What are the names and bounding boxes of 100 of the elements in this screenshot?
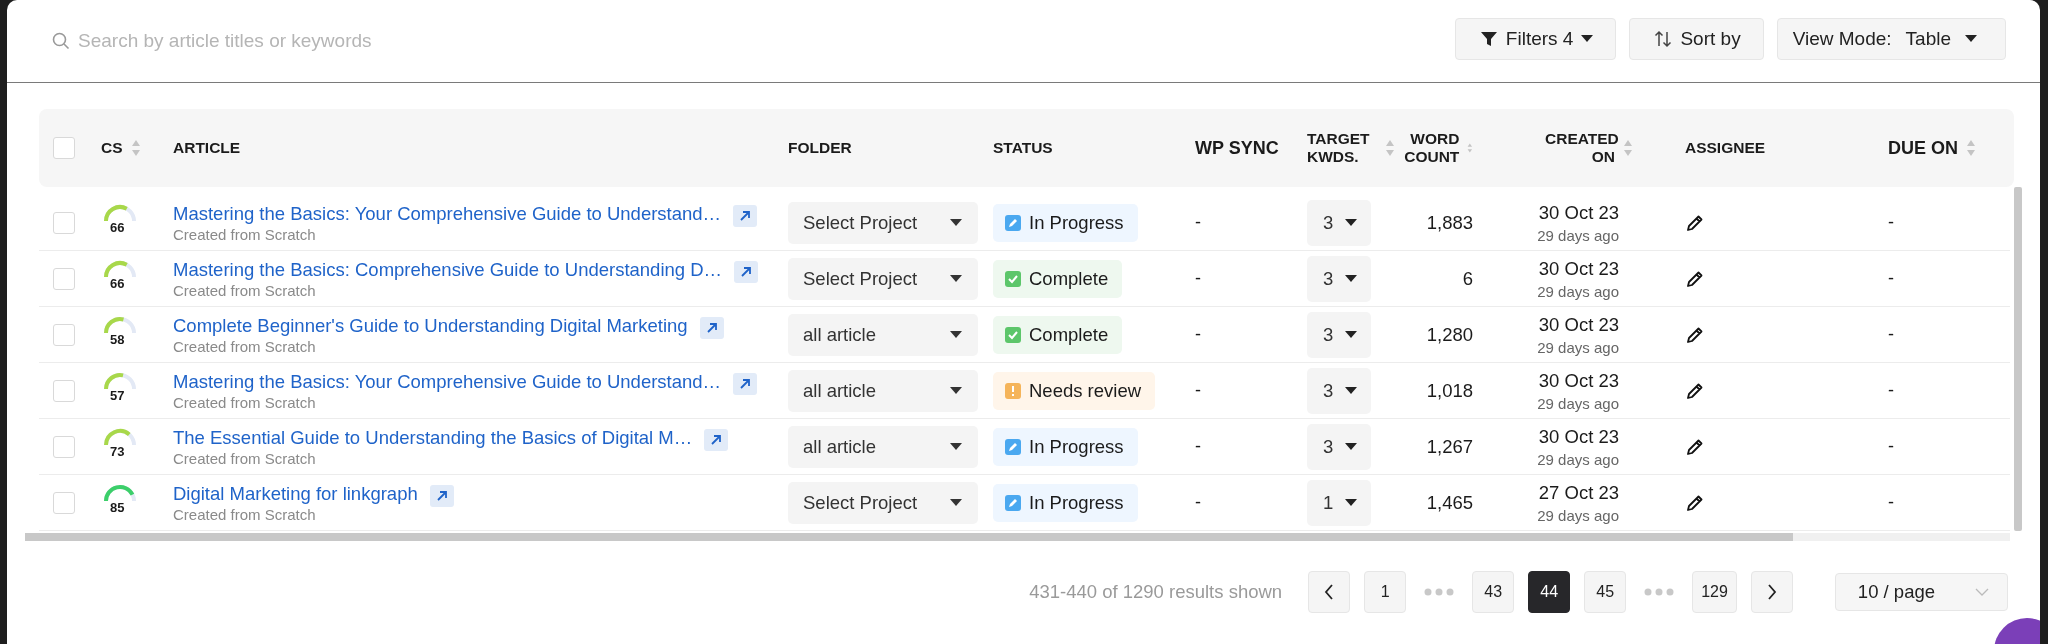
sort-arrows-icon[interactable]	[1966, 139, 1976, 157]
status-icon	[1005, 438, 1021, 455]
row-checkbox[interactable]	[53, 435, 75, 458]
article-source: Created from Scratch	[173, 337, 317, 355]
wp-sync-value: -	[1195, 268, 1201, 288]
open-link-button[interactable]	[699, 316, 724, 339]
article-title-link[interactable]: Digital Marketing for linkgraph	[173, 482, 418, 505]
sort-button[interactable]: Sort by	[1629, 18, 1764, 60]
folder-dropdown[interactable]: all article	[788, 425, 978, 468]
article-title-link[interactable]: Mastering the Basics: Your Comprehensive Guide to Understand…	[173, 370, 722, 393]
page-button[interactable]: 45	[1584, 571, 1627, 613]
page-button[interactable]: 129	[1692, 571, 1737, 613]
keywords-dropdown[interactable]: 3	[1307, 311, 1371, 358]
next-page-button[interactable]	[1750, 571, 1793, 613]
status-badge: Complete	[993, 259, 1123, 298]
column-header: WORD COUNT	[1403, 130, 1460, 166]
ellipsis-icon	[1424, 588, 1455, 596]
word-count: 1,018	[1426, 379, 1473, 401]
keywords-dropdown[interactable]: 3	[1307, 423, 1371, 470]
folder-dropdown[interactable]: Select Project	[788, 201, 978, 244]
sort-arrows-icon[interactable]	[1385, 139, 1395, 157]
column-header: DUE ON	[1888, 137, 1958, 159]
status-icon	[1005, 270, 1021, 287]
score-value: 66	[110, 219, 125, 235]
article-title-link[interactable]: Mastering the Basics: Comprehensive Guide to Understanding D…	[173, 258, 723, 281]
keywords-dropdown[interactable]: 3	[1307, 367, 1371, 414]
chevron-left-icon	[1324, 584, 1335, 600]
score-gauge	[104, 426, 136, 445]
page-button[interactable]: 1	[1364, 571, 1407, 613]
due-date: -	[1888, 212, 1894, 232]
arrow-icon	[738, 208, 753, 223]
due-date: -	[1888, 268, 1894, 288]
search-field[interactable]: Search by article titles or keywords	[52, 29, 652, 53]
score-value: 85	[110, 499, 125, 515]
score-gauge	[104, 482, 136, 501]
word-count: 6	[1462, 267, 1473, 289]
keywords-dropdown[interactable]: 3	[1307, 255, 1371, 302]
wp-sync-value: -	[1195, 324, 1201, 344]
arrow-icon	[739, 264, 754, 279]
score-gauge	[104, 370, 136, 389]
created-date: 30 Oct 23	[1538, 425, 1619, 448]
row-checkbox[interactable]	[53, 379, 75, 402]
wp-sync-value: -	[1195, 492, 1201, 512]
keywords-dropdown[interactable]: 1	[1307, 479, 1371, 526]
sort-icon	[1654, 30, 1673, 48]
open-link-button[interactable]	[733, 204, 758, 227]
sort-arrows-icon[interactable]	[130, 139, 141, 157]
caret-icon	[1345, 218, 1357, 227]
created-ago: 29 days ago	[1537, 338, 1619, 356]
sort-arrows-icon[interactable]	[1623, 139, 1633, 157]
caret-icon	[1345, 386, 1357, 395]
score-value: 66	[110, 275, 125, 291]
article-source: Created from Scratch	[173, 281, 317, 299]
created-date: 30 Oct 23	[1538, 369, 1619, 392]
due-date: -	[1888, 324, 1894, 344]
previous-page-button[interactable]	[1308, 571, 1351, 613]
caret-icon	[1581, 35, 1594, 43]
keywords-dropdown[interactable]: 3	[1307, 199, 1371, 246]
page-button[interactable]: 43	[1472, 571, 1515, 613]
view-mode-dropdown[interactable]: View Mode: Table	[1776, 18, 2006, 60]
word-count: 1,267	[1426, 435, 1473, 457]
select-all-checkbox[interactable]	[53, 137, 75, 159]
article-title-link[interactable]: Complete Beginner's Guide to Understanding Digital Marketing	[173, 314, 688, 337]
open-link-button[interactable]	[734, 260, 759, 283]
status-badge: In Progress	[993, 427, 1138, 466]
row-checkbox[interactable]	[53, 323, 75, 346]
page-size-dropdown[interactable]: 10 / page	[1834, 573, 2008, 611]
article-source: Created from Scratch	[173, 225, 317, 243]
folder-dropdown[interactable]: Select Project	[788, 257, 978, 300]
open-link-button[interactable]	[429, 484, 454, 507]
created-ago: 29 days ago	[1537, 226, 1619, 244]
status-badge: In Progress	[993, 483, 1138, 522]
folder-dropdown[interactable]: all article	[788, 313, 978, 356]
wp-sync-value: -	[1195, 212, 1201, 232]
folder-dropdown[interactable]: Select Project	[788, 481, 978, 524]
page-button[interactable]: 44	[1528, 571, 1571, 613]
created-ago: 29 days ago	[1537, 506, 1619, 524]
search-icon	[52, 32, 70, 50]
word-count: 1,465	[1426, 491, 1473, 513]
status-badge: Complete	[993, 315, 1123, 354]
status-icon	[1005, 326, 1021, 343]
vertical-scrollbar[interactable]	[2014, 187, 2022, 531]
caret-icon	[1965, 35, 1977, 43]
open-link-button[interactable]	[704, 428, 729, 451]
status-icon	[1005, 214, 1021, 231]
row-checkbox[interactable]	[53, 267, 75, 290]
row-checkbox[interactable]	[53, 491, 75, 514]
due-date: -	[1888, 380, 1894, 400]
article-title-link[interactable]: Mastering the Basics: Your Comprehensive Guide to Understand…	[173, 202, 722, 225]
article-source: Created from Scratch	[173, 449, 317, 467]
status-badge: Needs review	[993, 371, 1156, 410]
row-checkbox[interactable]	[53, 211, 75, 234]
score-value: 57	[110, 387, 125, 403]
article-title-link[interactable]: The Essential Guide to Understanding the Basics of Digital M…	[173, 426, 693, 449]
caret-icon	[1345, 330, 1357, 339]
folder-dropdown[interactable]: all article	[788, 369, 978, 412]
caret-icon	[1345, 442, 1357, 451]
filters-button[interactable]: Filters 4	[1454, 18, 1617, 60]
open-link-button[interactable]	[733, 372, 758, 395]
column-header: ARTICLE	[173, 139, 241, 157]
